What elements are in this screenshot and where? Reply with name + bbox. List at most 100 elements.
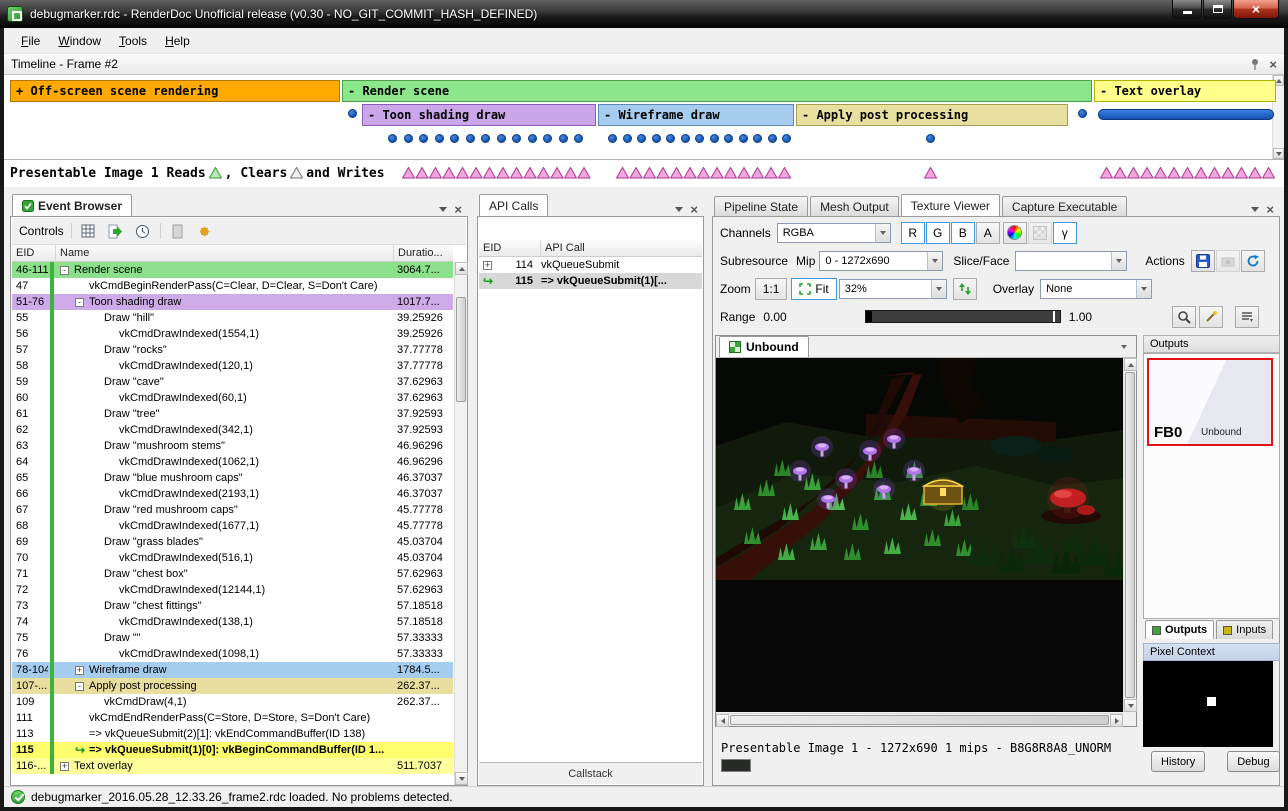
panel-menu-icon[interactable] <box>1251 207 1259 212</box>
timeline-draw-dot[interactable] <box>559 134 568 143</box>
event-row[interactable]: 51-76-Toon shading draw1017.7... <box>12 294 453 310</box>
zoom-fit-button[interactable]: Fit <box>791 278 836 300</box>
timeline-draw-dot[interactable] <box>768 134 777 143</box>
titlebar[interactable]: debugmarker.rdc - RenderDoc Unofficial r… <box>0 0 1288 28</box>
timeline-draw-dot[interactable] <box>724 134 733 143</box>
range-white-handle[interactable] <box>1053 311 1055 322</box>
timeline-draw-dot[interactable] <box>528 134 537 143</box>
gamma-button[interactable]: γ <box>1053 222 1077 244</box>
event-row[interactable]: 76vkCmdDrawIndexed(1098,1)57.33333 <box>12 646 453 662</box>
texture-list-chevron-icon[interactable] <box>1116 339 1132 355</box>
range-black-handle[interactable] <box>866 311 872 322</box>
find-event-button[interactable] <box>79 221 99 241</box>
tab-outputs[interactable]: Outputs <box>1145 620 1214 639</box>
channel-a-button[interactable]: A <box>976 222 1000 244</box>
timeline-draw-dot[interactable] <box>681 134 690 143</box>
debug-button[interactable]: Debug <box>1227 751 1279 772</box>
event-browser-scrollbar[interactable] <box>454 262 467 785</box>
timeline-draw-dot[interactable] <box>753 134 762 143</box>
panel-menu-icon[interactable] <box>675 207 683 212</box>
timeline-draw-dot[interactable] <box>782 134 791 143</box>
scroll-right-icon[interactable] <box>1110 714 1123 727</box>
alpha-checker-button[interactable] <box>1028 222 1052 244</box>
texture-vscrollbar[interactable] <box>1123 358 1136 712</box>
tab-capture-executable[interactable]: Capture Executable <box>1002 196 1127 216</box>
scroll-up-icon[interactable] <box>455 262 468 275</box>
panel-close-icon[interactable]: × <box>690 203 698 216</box>
texture-hscrollbar[interactable] <box>716 713 1123 726</box>
timeline-draw-dot[interactable] <box>710 134 719 143</box>
event-row[interactable]: 46-111-Render scene3064.7... <box>12 262 453 278</box>
pin-icon[interactable] <box>1249 58 1261 70</box>
panel-close-icon[interactable]: × <box>1266 203 1274 216</box>
timeline-activity-bar[interactable] <box>1098 109 1274 120</box>
event-row[interactable]: 58vkCmdDrawIndexed(120,1)37.77778 <box>12 358 453 374</box>
mip-select[interactable]: 0 - 1272x690 <box>819 251 943 271</box>
scrollbar-thumb[interactable] <box>730 715 1109 725</box>
event-row[interactable]: 61Draw "tree"37.92593 <box>12 406 453 422</box>
timeline-draw-dot[interactable] <box>608 134 617 143</box>
minimize-button[interactable] <box>1172 0 1202 19</box>
menu-tools[interactable]: Tools <box>110 30 156 52</box>
timeline-draw-dot[interactable] <box>481 134 490 143</box>
timeline-draw-dot[interactable] <box>623 134 632 143</box>
event-row[interactable]: 75Draw ""57.33333 <box>12 630 453 646</box>
tab-mesh-output[interactable]: Mesh Output <box>810 196 899 216</box>
event-row[interactable]: 59Draw "cave"37.62963 <box>12 374 453 390</box>
timeline-close-icon[interactable]: × <box>1269 58 1277 71</box>
timeline-draw-dot[interactable] <box>388 134 397 143</box>
texture-tab-unbound[interactable]: Unbound <box>719 336 809 357</box>
event-row[interactable]: 111vkCmdEndRenderPass(C=Store, D=Store, … <box>12 710 453 726</box>
tree-expander[interactable]: + <box>483 261 492 270</box>
event-row[interactable]: 113=> vkQueueSubmit(2)[1]: vkEndCommandB… <box>12 726 453 742</box>
save-texture-button[interactable] <box>1191 250 1215 272</box>
timeline-draw-dot[interactable] <box>652 134 661 143</box>
event-row[interactable]: 62vkCmdDrawIndexed(342,1)37.92593 <box>12 422 453 438</box>
panel-menu-icon[interactable] <box>439 207 447 212</box>
event-row[interactable]: 66vkCmdDrawIndexed(2193,1)46.37037 <box>12 486 453 502</box>
timeline-draw-dot[interactable] <box>637 134 646 143</box>
event-row[interactable]: 63Draw "mushroom stems"46.96296 <box>12 438 453 454</box>
channels-select[interactable]: RGBA <box>777 223 891 243</box>
api-call-row[interactable]: ↪115=> vkQueueSubmit(1)[... <box>479 273 702 289</box>
event-row[interactable]: 60vkCmdDrawIndexed(60,1)37.62963 <box>12 390 453 406</box>
scroll-down-icon[interactable] <box>1273 148 1284 159</box>
zoom-range-button[interactable] <box>1172 306 1196 328</box>
close-button[interactable]: × <box>1233 0 1279 19</box>
event-row[interactable]: 116-...+Text overlay511.7037 <box>12 758 453 774</box>
event-row[interactable]: 57Draw "rocks"37.77778 <box>12 342 453 358</box>
timeline-draw-dot[interactable] <box>419 134 428 143</box>
scroll-down-icon[interactable] <box>1124 699 1137 712</box>
timeline-section-bar[interactable]: - Toon shading draw <box>362 104 596 126</box>
flip-y-button[interactable] <box>953 278 977 300</box>
timeline-draw-dot[interactable] <box>543 134 552 143</box>
event-row[interactable]: 69Draw "grass blades"45.03704 <box>12 534 453 550</box>
event-row[interactable]: 47vkCmdBeginRenderPass(C=Clear, D=Clear,… <box>12 278 453 294</box>
maximize-button[interactable] <box>1203 0 1232 19</box>
event-row[interactable]: 55Draw "hill"39.25926 <box>12 310 453 326</box>
event-row[interactable]: 68vkCmdDrawIndexed(1677,1)45.77778 <box>12 518 453 534</box>
timeline-draw-dot[interactable] <box>404 134 413 143</box>
column-duration[interactable]: Duratio... <box>394 245 453 261</box>
scroll-up-icon[interactable] <box>1124 358 1137 371</box>
overlay-select[interactable]: None <box>1040 279 1152 299</box>
timeline-draw-dot[interactable] <box>1078 109 1087 118</box>
pixel-context-view[interactable] <box>1143 661 1273 747</box>
timeline-section-bar[interactable]: - Wireframe draw <box>598 104 794 126</box>
event-row[interactable]: 115↪=> vkQueueSubmit(1)[0]: vkBeginComma… <box>12 742 453 758</box>
event-row[interactable]: 65Draw "blue mushroom caps"46.37037 <box>12 470 453 486</box>
time-durations-button[interactable] <box>133 221 153 241</box>
timeline-draw-dot[interactable] <box>466 134 475 143</box>
event-row[interactable]: 78-104+Wireframe draw1784.5... <box>12 662 453 678</box>
fb0-thumbnail[interactable]: FB0 Unbound <box>1147 358 1273 446</box>
timeline-section-bar[interactable]: - Render scene <box>342 80 1092 102</box>
tab-inputs[interactable]: Inputs <box>1216 620 1273 639</box>
menu-window[interactable]: Window <box>49 30 110 52</box>
event-row[interactable]: 56vkCmdDrawIndexed(1554,1)39.25926 <box>12 326 453 342</box>
zoom-1to1-button[interactable]: 1:1 <box>755 278 788 300</box>
timeline-draw-dot[interactable] <box>497 134 506 143</box>
column-api-call[interactable]: API Call <box>541 240 702 256</box>
api-call-row[interactable]: +114vkQueueSubmit <box>479 257 702 273</box>
event-row[interactable]: 67Draw "red mushroom caps"45.77778 <box>12 502 453 518</box>
tree-expander[interactable]: - <box>75 682 84 691</box>
